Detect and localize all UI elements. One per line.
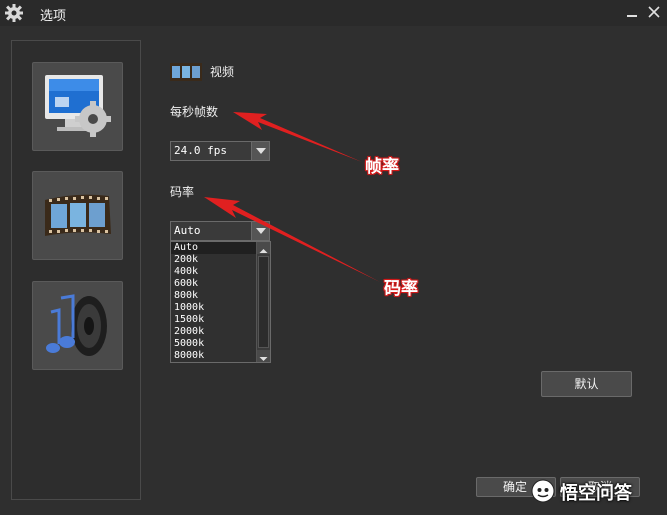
chevron-down-icon <box>256 228 266 234</box>
bitrate-label: 码率 <box>170 185 195 199</box>
sidebar-item-general[interactable] <box>32 62 123 151</box>
bitrate-options: Auto 200k 400k 600k 800k 1000k 1500k 2000k 5000k… <box>171 242 257 362</box>
film-strip-icon <box>170 63 202 81</box>
bitrate-option[interactable]: 800k <box>171 290 257 302</box>
sidebar-item-video[interactable] <box>32 171 123 260</box>
fps-select[interactable]: 24.0 fps <box>170 141 270 161</box>
bitrate-option[interactable]: 5000k <box>171 338 257 350</box>
chevron-down-icon <box>259 357 268 361</box>
wukong-logo-icon <box>531 479 555 503</box>
film-strip-icon <box>45 194 111 236</box>
bitrate-option[interactable]: 600k <box>171 278 257 290</box>
sidebar <box>11 40 141 500</box>
bitrate-option[interactable]: 400k <box>171 266 257 278</box>
gear-icon <box>5 4 23 22</box>
fps-select-value: 24.0 fps <box>174 144 227 157</box>
options-window: 选项 视频 每秒帧数 24.0 fps 码率 Auto Auto 200k 40… <box>0 0 667 515</box>
monitor-gear-icon <box>45 75 111 137</box>
chevron-down-icon <box>256 148 266 154</box>
annotation-bitrate-label: 码率 <box>384 279 418 299</box>
bitrate-select[interactable]: Auto <box>170 221 270 241</box>
window-title: 选项 <box>40 9 67 24</box>
watermark-text: 悟空问答 <box>560 483 632 504</box>
speaker-icon <box>46 294 107 356</box>
minimize-icon[interactable] <box>625 4 639 20</box>
bitrate-option[interactable]: 8000k <box>171 350 257 362</box>
bitrate-dropdown-list[interactable]: Auto 200k 400k 600k 800k 1000k 1500k 2000k 5000k… <box>170 241 271 363</box>
bitrate-option[interactable]: 2000k <box>171 326 257 338</box>
fps-select-toggle[interactable] <box>251 142 269 160</box>
watermark: 悟空问答 <box>530 476 665 506</box>
title-bar: 选项 <box>0 0 667 26</box>
fps-label: 每秒帧数 <box>170 105 219 119</box>
sidebar-item-audio[interactable] <box>32 281 123 370</box>
bitrate-option[interactable]: 200k <box>171 254 257 266</box>
bitrate-select-toggle[interactable] <box>251 222 269 240</box>
bitrate-option[interactable]: Auto <box>171 242 257 254</box>
bitrate-option[interactable]: 1000k <box>171 302 257 314</box>
bitrate-option[interactable]: 1500k <box>171 314 257 326</box>
annotation-fps-label: 帧率 <box>365 157 399 177</box>
default-button[interactable]: 默认 <box>541 371 632 397</box>
dropdown-scrollbar[interactable] <box>256 242 270 362</box>
scroll-down-button[interactable] <box>257 350 270 362</box>
scrollbar-thumb[interactable] <box>258 256 269 348</box>
bitrate-select-value: Auto <box>174 224 201 237</box>
scroll-up-button[interactable] <box>257 242 270 254</box>
close-icon[interactable] <box>647 4 661 20</box>
video-section-label: 视频 <box>210 65 235 79</box>
